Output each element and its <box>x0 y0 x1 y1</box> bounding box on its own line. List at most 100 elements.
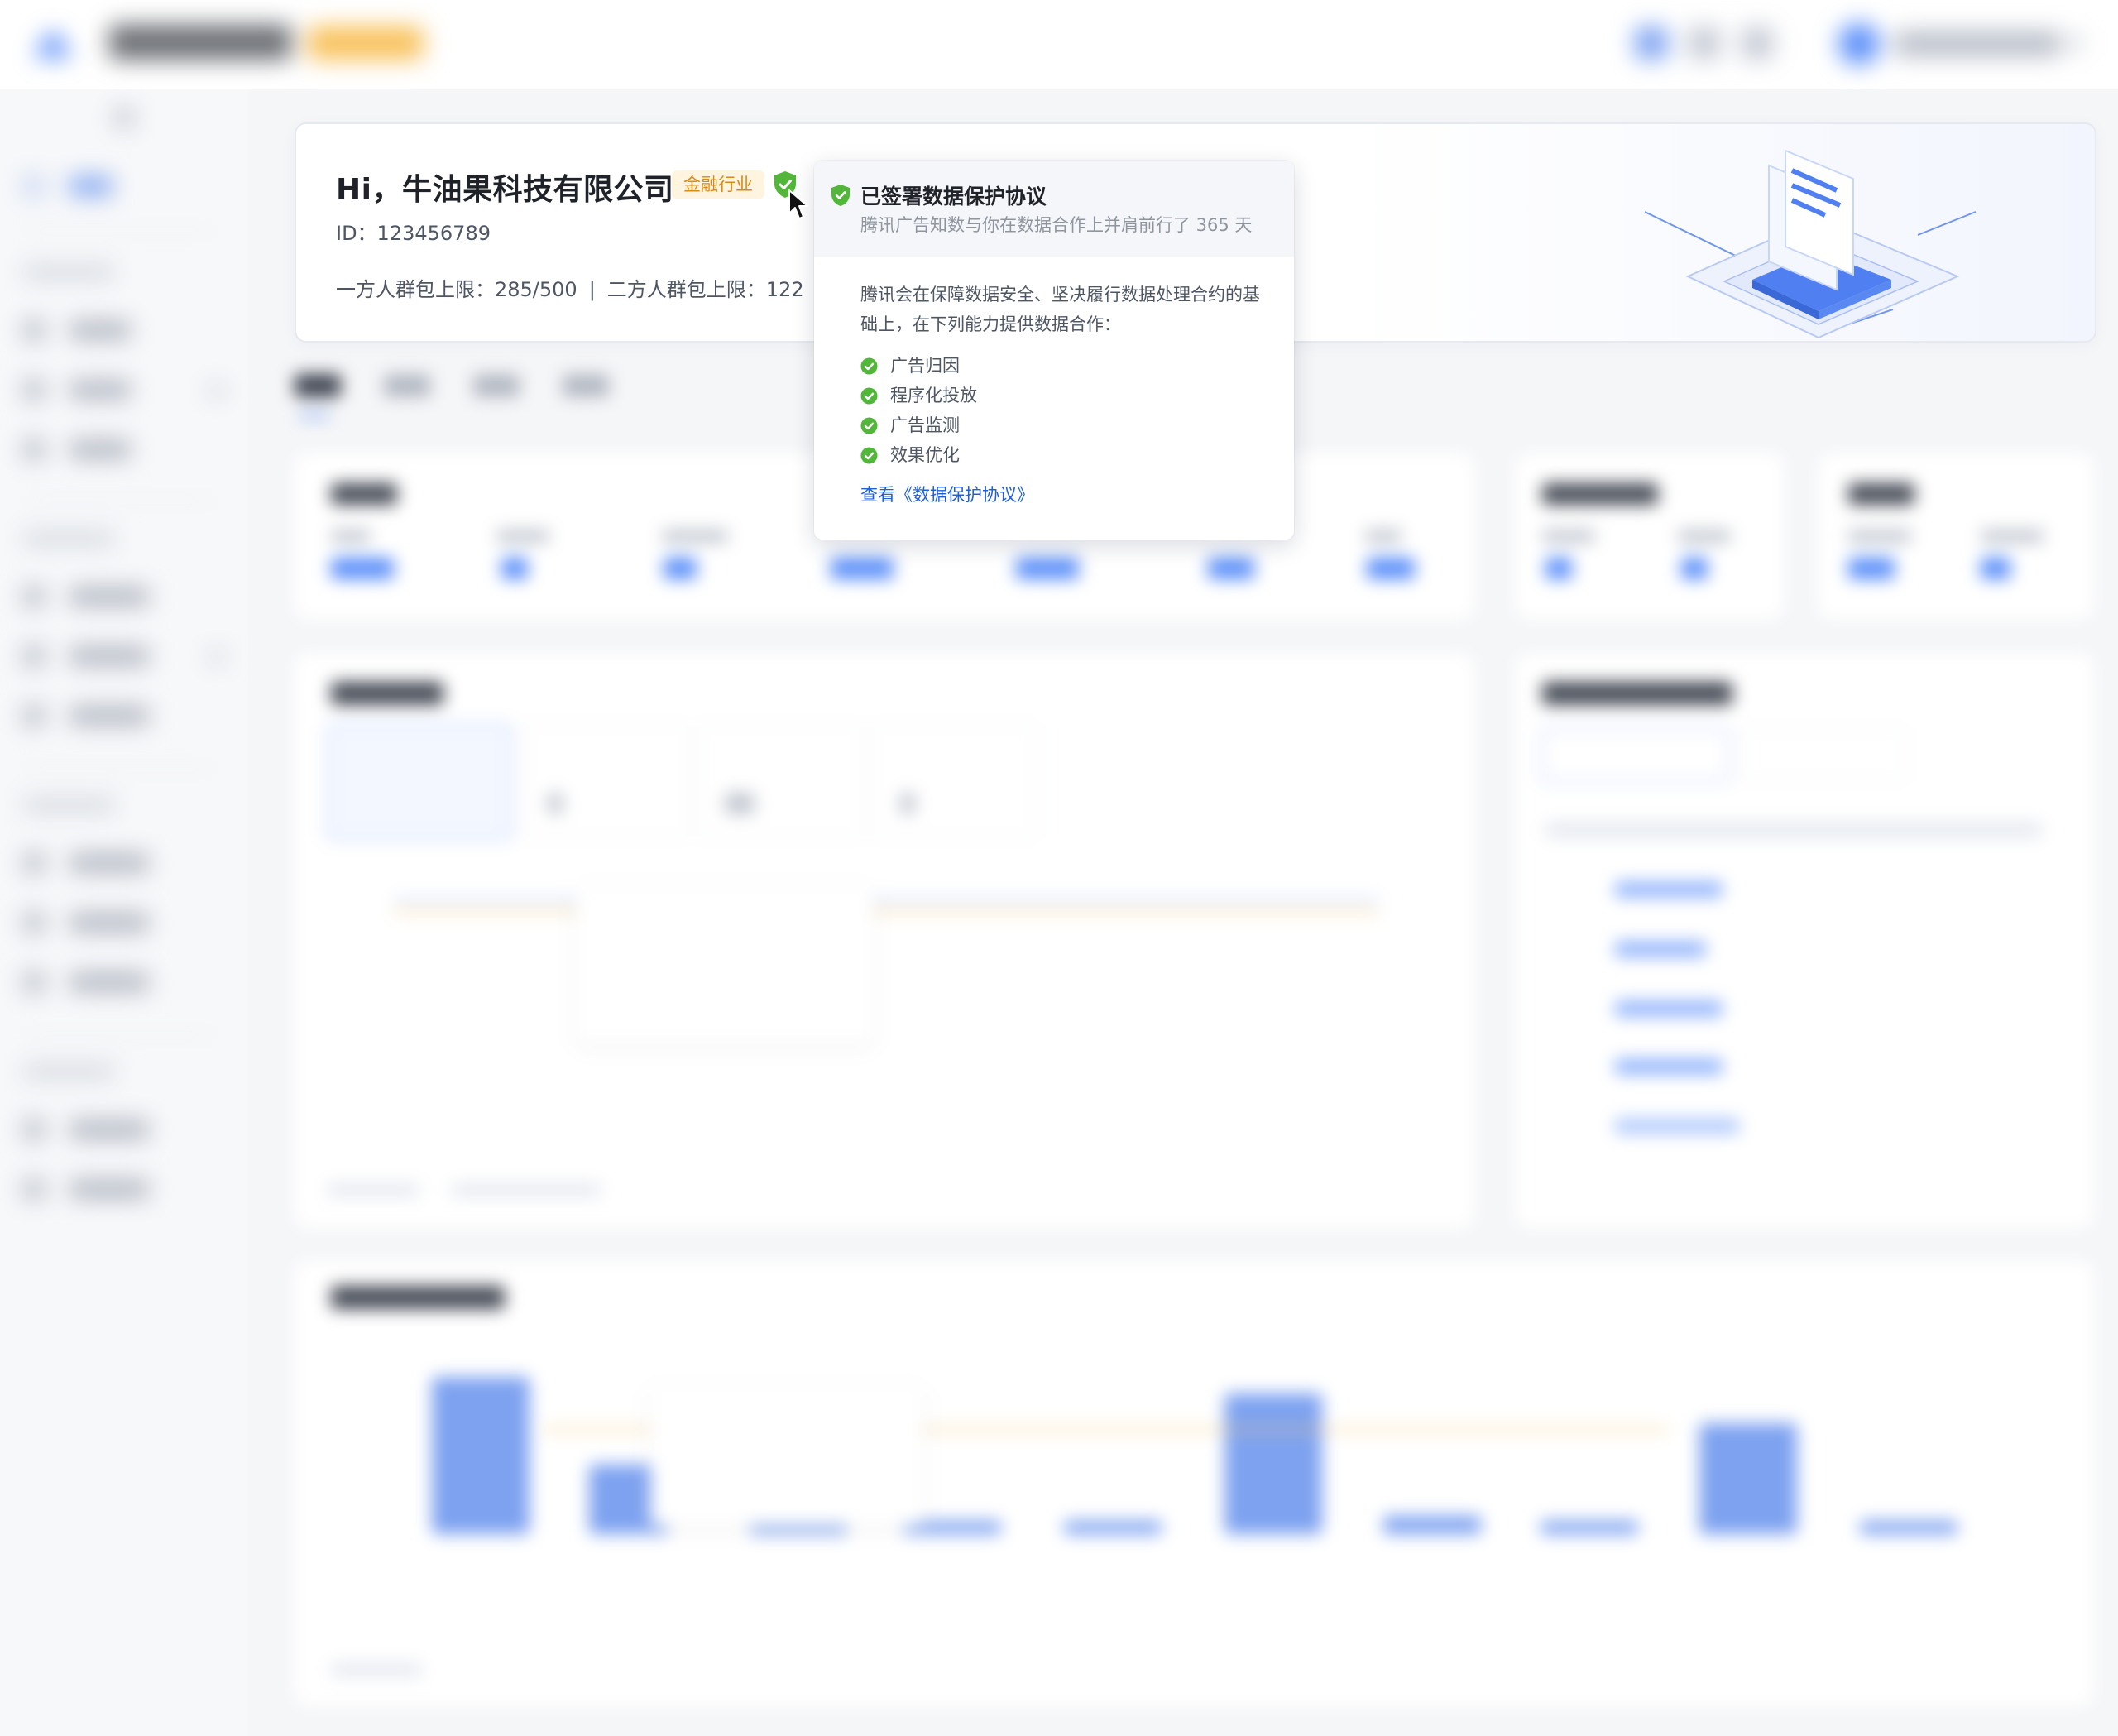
metric-value <box>725 793 755 814</box>
capability-label: 广告监测 <box>890 415 960 435</box>
tab-active[interactable] <box>1541 728 1731 783</box>
sidebar-group-title <box>23 798 114 813</box>
card-title <box>1848 483 1914 505</box>
chevron-down-icon[interactable] <box>210 650 223 664</box>
collapse-icon[interactable] <box>114 108 134 127</box>
sidebar-group-title <box>23 1064 114 1079</box>
list-item: 广告监测 <box>860 410 977 440</box>
metric-selector[interactable] <box>872 723 1036 839</box>
stat-label <box>1365 530 1402 543</box>
chart-bar <box>1383 1516 1481 1534</box>
trend-line <box>394 910 1378 913</box>
data-protection-popover: 已签署数据保护协议 腾讯广告知数与你在数据合作上并肩前行了 365 天 腾讯会在… <box>814 161 1294 540</box>
mouse-cursor-icon <box>788 189 808 219</box>
list-item: 广告归因 <box>860 351 977 381</box>
menu-icon <box>23 705 45 727</box>
chevron-down-icon[interactable] <box>2068 36 2082 50</box>
chart-bar <box>432 1377 530 1534</box>
stat-value <box>1016 558 1079 579</box>
account-name[interactable] <box>1895 31 2060 56</box>
stat-value <box>1545 558 1572 579</box>
table-row[interactable] <box>1615 1119 1739 1134</box>
account-id: ID：123456789 <box>336 222 491 245</box>
capability-label: 程序化投放 <box>890 386 977 405</box>
sidebar-divider <box>23 1034 215 1036</box>
menu-icon <box>23 1119 45 1140</box>
stat-value <box>1681 558 1708 579</box>
sidebar-divider <box>23 500 215 501</box>
metric-value <box>900 793 915 814</box>
tab-overview[interactable] <box>295 374 341 397</box>
card-title <box>331 682 443 705</box>
tab[interactable] <box>563 374 609 397</box>
footnote <box>452 1183 601 1196</box>
sidebar-item-label <box>69 647 149 665</box>
stat-value <box>1367 558 1415 579</box>
menu-icon <box>23 971 45 993</box>
stat-label <box>1848 530 1911 543</box>
help-icon[interactable] <box>1741 26 1774 60</box>
table-row[interactable] <box>1615 1001 1723 1016</box>
stat-value <box>1208 558 1254 579</box>
capability-label: 效果优化 <box>890 445 960 465</box>
capability-label: 广告归因 <box>890 356 960 376</box>
menu-icon <box>23 319 45 341</box>
sidebar-item-label <box>69 381 131 399</box>
menu-icon <box>23 645 45 667</box>
menu-icon <box>23 912 45 933</box>
stats-card <box>1516 453 1784 619</box>
chart-bar <box>1699 1423 1797 1534</box>
industry-badge: 金融行业 <box>672 170 764 199</box>
tab[interactable] <box>1741 728 1906 781</box>
table-row[interactable] <box>1615 942 1706 957</box>
table-row[interactable] <box>1615 882 1723 897</box>
chart-tooltip <box>650 1385 923 1526</box>
tab-underline <box>299 414 329 417</box>
metric-selector[interactable] <box>698 723 862 839</box>
popover-title: 已签署数据保护协议 <box>860 185 1047 209</box>
sidebar-item-label <box>69 177 113 195</box>
table-row[interactable] <box>1615 1059 1723 1074</box>
sidebar-divider <box>23 230 215 232</box>
metric-selector[interactable] <box>326 723 513 841</box>
trend-card <box>295 654 1474 1228</box>
metric-selector[interactable] <box>525 723 688 839</box>
menu-icon <box>23 439 45 460</box>
avatar[interactable] <box>1838 23 1880 65</box>
stat-value <box>831 558 894 579</box>
stat-label <box>496 530 549 543</box>
home-icon <box>23 175 45 197</box>
sidebar-item-label <box>69 914 149 932</box>
list-item: 程序化投放 <box>860 381 977 410</box>
check-circle-icon <box>860 417 878 434</box>
card-title <box>331 483 397 505</box>
sidebar-item-label <box>69 973 149 991</box>
stat-label <box>1542 530 1595 543</box>
app-title <box>109 25 291 60</box>
first-party-quota: 一方人群包上限：285/500 <box>336 278 577 301</box>
footnote <box>331 1663 422 1676</box>
capability-list: 广告归因 程序化投放 广告监测 效果优化 <box>860 351 977 470</box>
chevron-down-icon[interactable] <box>210 384 223 397</box>
sidebar-divider <box>23 768 215 770</box>
popover-subtitle: 腾讯广告知数与你在数据合作上并肩前行了 365 天 <box>860 215 1253 235</box>
message-icon[interactable] <box>1635 26 1668 60</box>
top-bar <box>0 0 2118 89</box>
app-logo-icon <box>35 30 71 58</box>
second-party-quota: 二方人群包上限：122 <box>606 278 804 301</box>
chart-bar <box>1064 1521 1162 1534</box>
stat-value <box>331 558 394 579</box>
stats-card <box>1819 453 2093 619</box>
sidebar-item-label <box>69 854 149 872</box>
view-agreement-link[interactable]: 查看《数据保护协议》 <box>860 482 1034 506</box>
tab[interactable] <box>473 374 520 397</box>
check-circle-icon <box>860 357 878 375</box>
list-item: 效果优化 <box>860 440 977 470</box>
stat-value <box>1981 558 2010 579</box>
check-circle-icon <box>860 447 878 464</box>
card-title <box>1542 682 1732 705</box>
tab[interactable] <box>384 374 430 397</box>
trend-line <box>394 899 1378 901</box>
stat-label <box>662 530 728 543</box>
edit-icon[interactable] <box>1688 26 1721 60</box>
